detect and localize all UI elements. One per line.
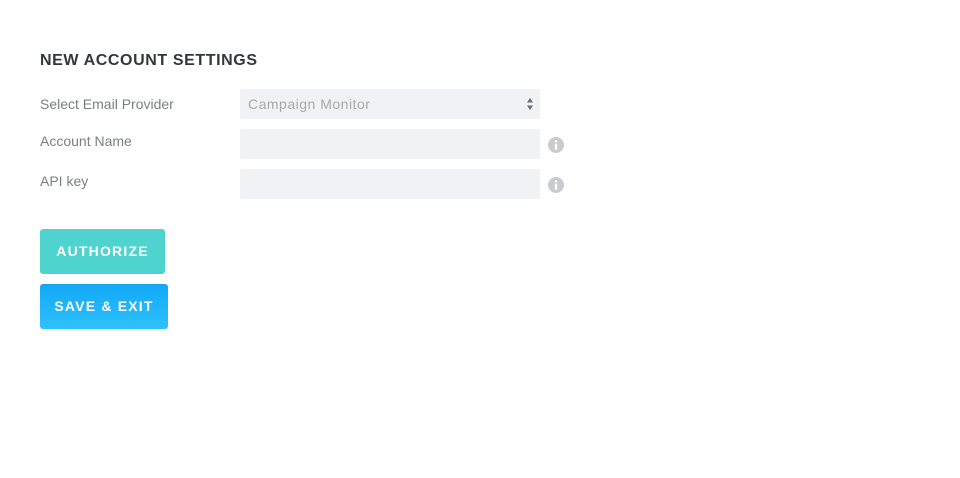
- info-icon[interactable]: [548, 177, 564, 193]
- api-key-label: API key: [40, 173, 89, 189]
- api-key-input[interactable]: [240, 169, 540, 199]
- authorize-button[interactable]: AUTHORIZE: [40, 229, 165, 274]
- provider-select[interactable]: Campaign Monitor: [240, 89, 540, 119]
- sort-arrows-icon: [527, 98, 533, 110]
- account-name-label: Account Name: [40, 133, 132, 149]
- api-key-field[interactable]: [240, 169, 540, 199]
- save-exit-button[interactable]: SAVE & EXIT: [40, 284, 168, 329]
- api-key-row: API key: [40, 169, 580, 199]
- page-title: NEW ACCOUNT SETTINGS: [40, 52, 258, 69]
- account-name-field[interactable]: [240, 129, 540, 159]
- account-name-input[interactable]: [240, 129, 540, 159]
- account-name-row: Account Name: [40, 129, 580, 159]
- provider-row: Select Email Provider Campaign Monitor: [40, 89, 580, 119]
- provider-label: Select Email Provider: [40, 96, 174, 112]
- provider-selected-value: Campaign Monitor: [248, 96, 371, 112]
- info-icon[interactable]: [548, 137, 564, 153]
